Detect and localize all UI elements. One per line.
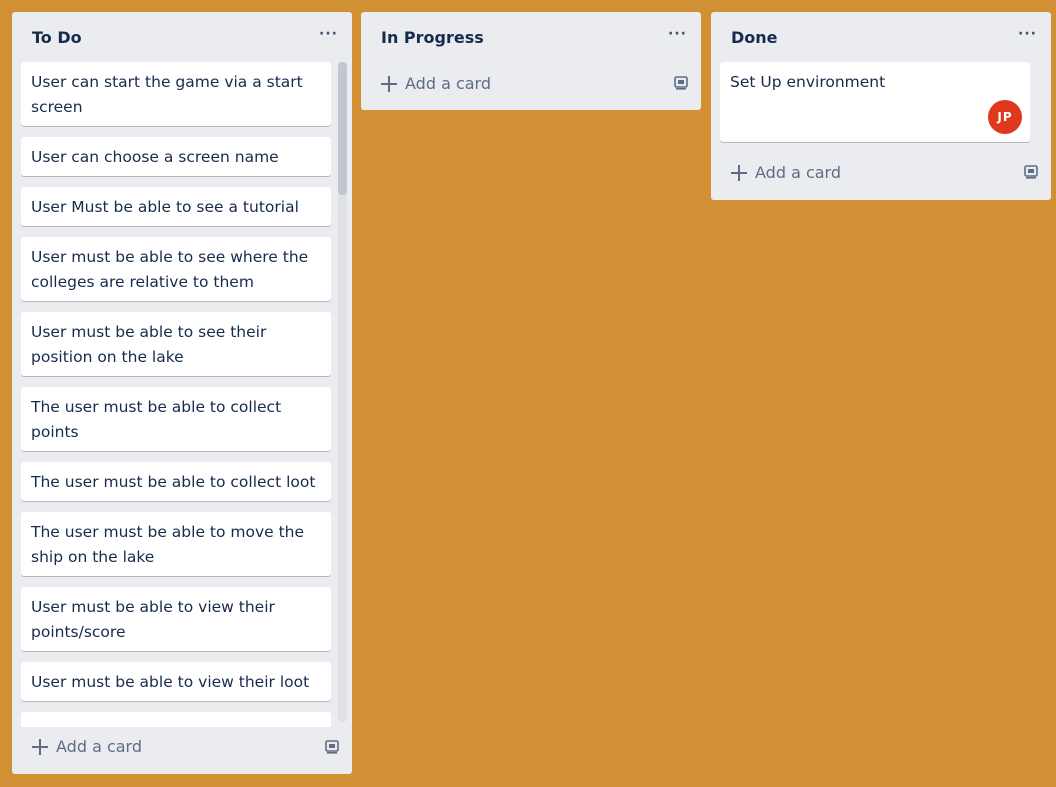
list-done: Done ··· Set Up environment JP Add a car…	[711, 12, 1051, 200]
plus-icon	[381, 76, 397, 92]
list-title[interactable]: In Progress	[381, 28, 484, 47]
plus-icon	[731, 165, 747, 181]
list-scrollbar[interactable]	[338, 62, 347, 722]
list-in-progress: In Progress ··· Add a card	[361, 12, 701, 110]
add-card-label: Add a card	[56, 737, 143, 756]
list-menu-icon[interactable]: ···	[1018, 26, 1037, 42]
list-header[interactable]: In Progress ···	[361, 12, 701, 64]
plus-icon	[32, 739, 48, 755]
add-card-button[interactable]: Add a card	[32, 732, 142, 762]
list-title[interactable]: To Do	[32, 28, 82, 47]
list-title[interactable]: Done	[731, 28, 778, 47]
card-partial[interactable]	[21, 712, 331, 727]
card-template-icon[interactable]	[1023, 164, 1039, 180]
card[interactable]: User can start the game via a start scre…	[21, 62, 331, 126]
list-header[interactable]: Done ···	[711, 12, 1051, 64]
card[interactable]: The user must be able to move the ship o…	[21, 512, 331, 576]
add-card-button[interactable]: Add a card	[381, 69, 491, 99]
add-card-label: Add a card	[405, 74, 492, 93]
card[interactable]: User Must be able to see a tutorial	[21, 187, 331, 226]
card-title: Set Up environment	[730, 73, 886, 91]
card-template-icon[interactable]	[673, 75, 689, 91]
card-template-icon[interactable]	[324, 739, 340, 755]
card[interactable]: The user must be able to collect loot	[21, 462, 331, 501]
card[interactable]: User must be able to view their loot	[21, 662, 331, 701]
list-menu-icon[interactable]: ···	[668, 26, 687, 42]
list-header[interactable]: To Do ···	[12, 12, 352, 64]
list-menu-icon[interactable]: ···	[319, 26, 338, 42]
card[interactable]: Set Up environment JP	[720, 62, 1030, 142]
cards-container[interactable]: User can start the game via a start scre…	[20, 62, 344, 727]
card[interactable]: The user must be able to collect points	[21, 387, 331, 451]
list-to-do: To Do ··· User can start the game via a …	[12, 12, 352, 774]
card[interactable]: User must be able to see where the colle…	[21, 237, 331, 301]
card[interactable]: User must be able to see their position …	[21, 312, 331, 376]
card[interactable]: User must be able to view their points/s…	[21, 587, 331, 651]
card[interactable]: User can choose a screen name	[21, 137, 331, 176]
add-card-button[interactable]: Add a card	[731, 158, 841, 188]
avatar[interactable]: JP	[988, 100, 1022, 134]
cards-container[interactable]: Set Up environment JP	[719, 62, 1043, 146]
add-card-label: Add a card	[755, 163, 842, 182]
scrollbar-thumb[interactable]	[338, 62, 347, 195]
